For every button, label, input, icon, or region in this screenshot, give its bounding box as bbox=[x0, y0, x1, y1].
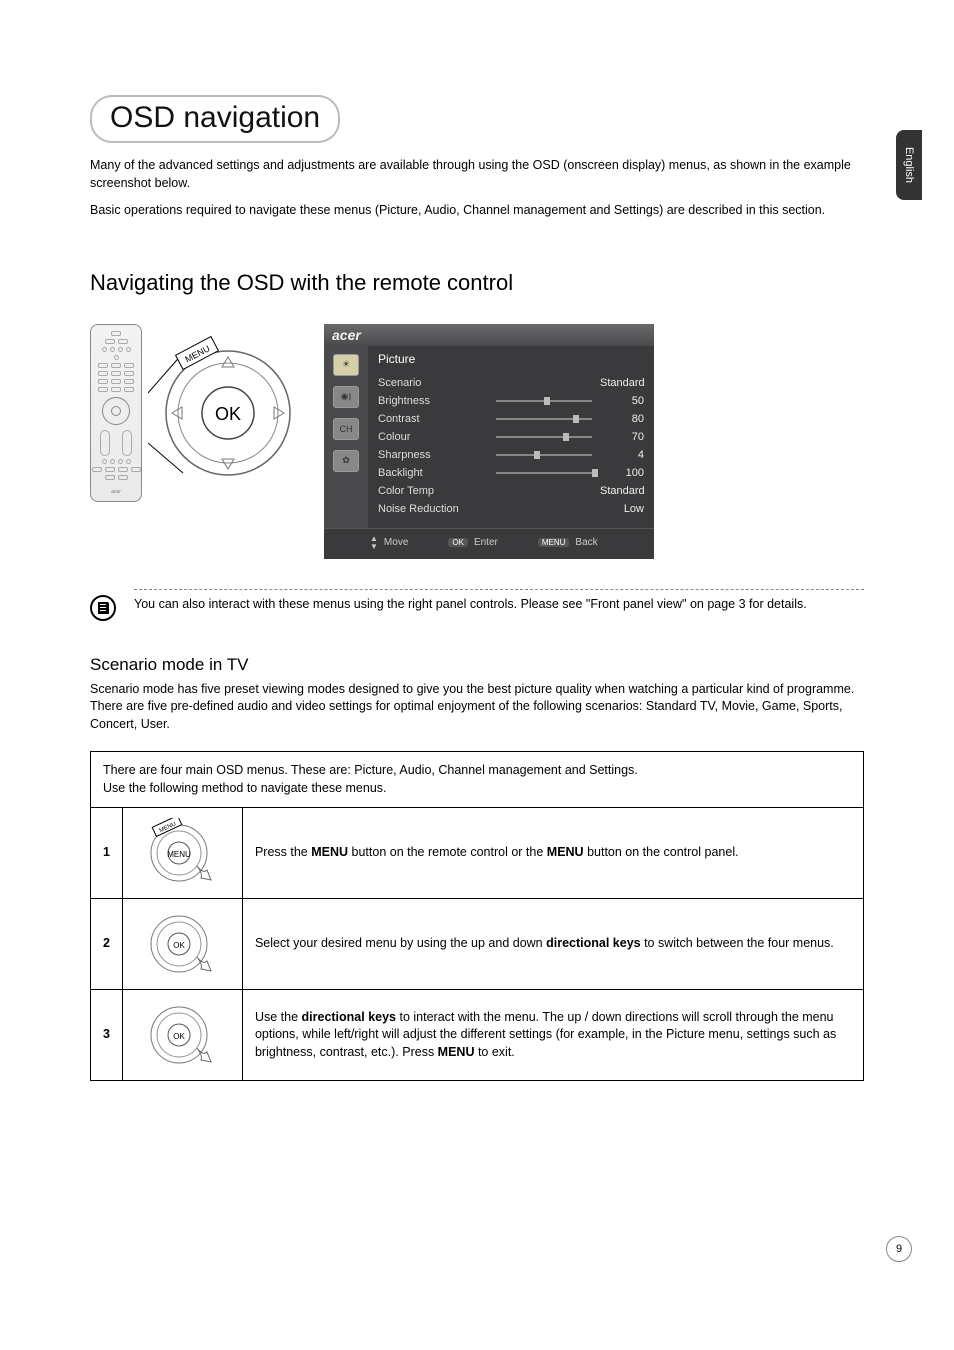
remote-callout: OK MENU bbox=[148, 333, 298, 493]
osd-row: Contrast 80 bbox=[378, 410, 644, 428]
remote-brand: acer bbox=[111, 489, 121, 495]
language-label: English bbox=[903, 147, 915, 183]
osd-row-value: Low bbox=[600, 503, 644, 515]
osd-slider bbox=[496, 400, 592, 402]
footer-move: Move bbox=[384, 537, 408, 548]
osd-row: Backlight 100 bbox=[378, 464, 644, 482]
intro-paragraph-1: Many of the advanced settings and adjust… bbox=[90, 157, 864, 192]
step-illustration: OK bbox=[122, 899, 242, 990]
volume-rocker bbox=[100, 430, 110, 456]
osd-row-label: Contrast bbox=[378, 413, 488, 425]
step-description: Select your desired menu by using the up… bbox=[242, 899, 863, 990]
osd-row-label: Color Temp bbox=[378, 485, 488, 497]
page-title: OSD navigation bbox=[110, 101, 320, 134]
steps-table: There are four main OSD menus. These are… bbox=[90, 751, 864, 1081]
footer-back: Back bbox=[575, 537, 597, 548]
channel-icon: CH bbox=[333, 418, 359, 440]
ok-label: OK bbox=[215, 404, 241, 424]
updown-icon: ▲▼ bbox=[370, 535, 378, 551]
step-description: Use the directional keys to interact wit… bbox=[242, 990, 863, 1081]
step-illustration: OK bbox=[122, 990, 242, 1081]
osd-row: Sharpness 4 bbox=[378, 446, 644, 464]
osd-settings-list: Picture Scenario Standard Brightness 50 Cont… bbox=[368, 346, 654, 528]
intro-paragraph-2: Basic operations required to navigate th… bbox=[90, 202, 864, 220]
section-heading: Navigating the OSD with the remote contr… bbox=[90, 270, 864, 296]
osd-row-value: Standard bbox=[600, 485, 644, 497]
scenario-text: Scenario mode has five preset viewing mo… bbox=[90, 681, 864, 734]
osd-slider bbox=[496, 418, 592, 420]
settings-icon: ✿ bbox=[333, 450, 359, 472]
svg-text:OK: OK bbox=[174, 1032, 186, 1041]
osd-row-label: Colour bbox=[378, 431, 488, 443]
osd-row-label: Noise Reduction bbox=[378, 503, 488, 515]
picture-icon: ☀ bbox=[333, 354, 359, 376]
osd-icon-column: ☀ ◉⦆ CH ✿ bbox=[324, 346, 368, 528]
note-icon bbox=[90, 595, 116, 621]
osd-slider bbox=[496, 472, 592, 474]
osd-row-value: Standard bbox=[600, 377, 644, 389]
osd-brand: acer bbox=[324, 324, 654, 346]
menu-badge: MENU bbox=[538, 538, 570, 547]
note-row: You can also interact with these menus u… bbox=[90, 589, 864, 621]
osd-slider bbox=[496, 436, 592, 438]
table-row: 3 OK Use the directional keys to interac… bbox=[91, 990, 864, 1081]
osd-menu-title: Picture bbox=[378, 352, 644, 366]
step-number: 2 bbox=[91, 899, 123, 990]
osd-row-value: 70 bbox=[600, 431, 644, 443]
osd-row: Noise Reduction Low bbox=[378, 500, 644, 518]
ok-badge: OK bbox=[448, 538, 468, 547]
svg-text:OK: OK bbox=[174, 941, 186, 950]
osd-slider bbox=[496, 454, 592, 456]
osd-row-value: 100 bbox=[600, 467, 644, 479]
figure-row: acer OK MENU bbox=[90, 324, 864, 559]
remote-nav-ring bbox=[102, 397, 130, 425]
osd-row-label: Backlight bbox=[378, 467, 488, 479]
page-number: 9 bbox=[886, 1236, 912, 1262]
channel-rocker bbox=[122, 430, 132, 456]
osd-row: Colour 70 bbox=[378, 428, 644, 446]
audio-icon: ◉⦆ bbox=[333, 386, 359, 408]
svg-text:MENU: MENU bbox=[168, 850, 192, 859]
osd-row-value: 80 bbox=[600, 413, 644, 425]
osd-row-label: Brightness bbox=[378, 395, 488, 407]
osd-row-label: Sharpness bbox=[378, 449, 488, 461]
table-intro: There are four main OSD menus. These are… bbox=[91, 752, 864, 808]
note-text: You can also interact with these menus u… bbox=[134, 596, 864, 614]
osd-row: Scenario Standard bbox=[378, 374, 644, 392]
table-row: 1 MENU MENU Press the MENU button on the… bbox=[91, 808, 864, 899]
osd-row: Brightness 50 bbox=[378, 392, 644, 410]
remote-body: acer bbox=[90, 324, 142, 502]
osd-row-value: 4 bbox=[600, 449, 644, 461]
step-illustration: MENU MENU bbox=[122, 808, 242, 899]
scenario-heading: Scenario mode in TV bbox=[90, 655, 864, 675]
footer-enter: Enter bbox=[474, 537, 498, 548]
remote-illustration: acer OK MENU bbox=[90, 324, 298, 502]
table-row: 2 OK Select your desired menu by using t… bbox=[91, 899, 864, 990]
language-tab: English bbox=[896, 130, 922, 200]
step-number: 3 bbox=[91, 990, 123, 1081]
osd-row-label: Scenario bbox=[378, 377, 488, 389]
osd-screenshot: acer ☀ ◉⦆ CH ✿ Picture Scenario Standard B… bbox=[324, 324, 654, 559]
step-description: Press the MENU button on the remote cont… bbox=[242, 808, 863, 899]
osd-row-value: 50 bbox=[600, 395, 644, 407]
osd-row: Color Temp Standard bbox=[378, 482, 644, 500]
page-title-chip: OSD navigation bbox=[90, 95, 340, 143]
osd-footer: ▲▼ Move OK Enter MENU Back bbox=[324, 528, 654, 559]
step-number: 1 bbox=[91, 808, 123, 899]
